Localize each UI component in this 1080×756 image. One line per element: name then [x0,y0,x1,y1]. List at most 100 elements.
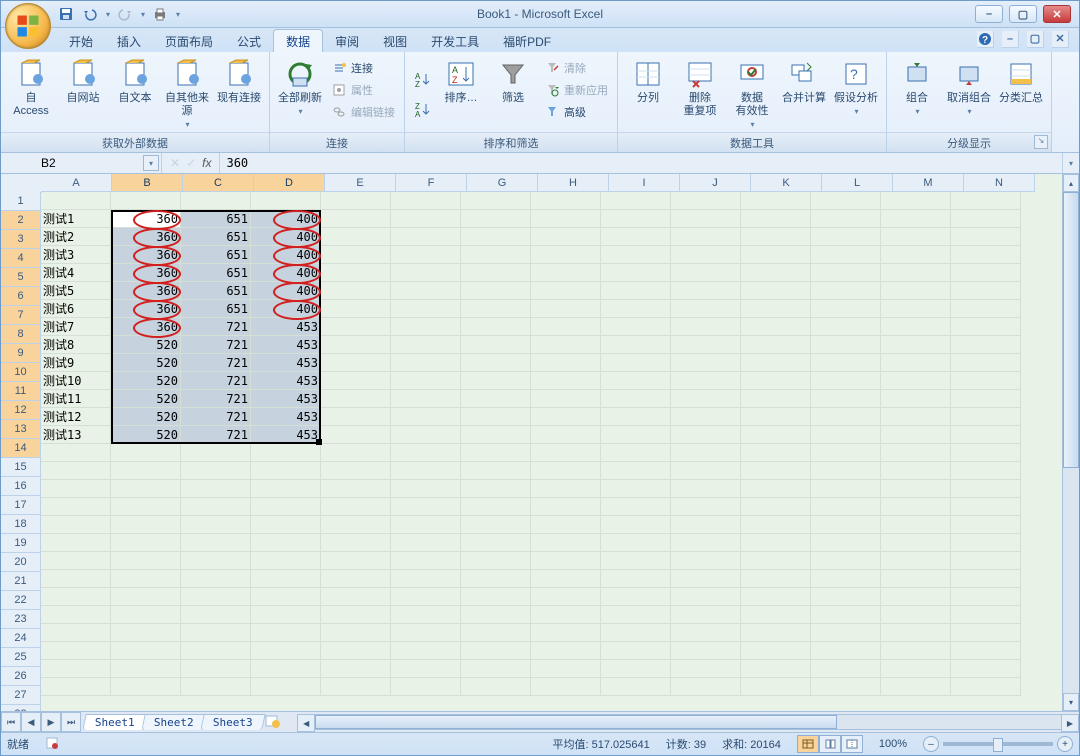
cell-I24[interactable] [601,606,671,624]
cell-C11[interactable]: 721 [181,372,251,390]
fx-button[interactable]: fx [202,156,211,170]
sheet-nav-prev[interactable]: ◀ [21,712,41,732]
row-header-10[interactable]: 10 [1,363,41,382]
cell-A5[interactable]: 测试4 [41,264,111,282]
cell-J23[interactable] [671,588,741,606]
cell-K21[interactable] [741,552,811,570]
cell-M3[interactable] [881,228,951,246]
cell-N4[interactable] [951,246,1021,264]
cell-G20[interactable] [461,534,531,552]
cell-A7[interactable]: 测试6 [41,300,111,318]
cell-C4[interactable]: 651 [181,246,251,264]
cell-D22[interactable] [251,570,321,588]
cell-D9[interactable]: 453 [251,336,321,354]
cell-A10[interactable]: 测试9 [41,354,111,372]
分类汇总-button[interactable]: 分类汇总 [997,56,1045,132]
cell-N11[interactable] [951,372,1021,390]
cell-B3[interactable]: 360 [111,228,181,246]
cell-N16[interactable] [951,462,1021,480]
cell-C25[interactable] [181,624,251,642]
cell-C24[interactable] [181,606,251,624]
cell-L22[interactable] [811,570,881,588]
cell-M17[interactable] [881,480,951,498]
sheet-tab-Sheet2[interactable]: Sheet2 [141,714,206,730]
cell-E23[interactable] [321,588,391,606]
cell-F26[interactable] [391,642,461,660]
cell-D12[interactable]: 453 [251,390,321,408]
save-button[interactable] [57,5,75,23]
cell-D24[interactable] [251,606,321,624]
cell-M20[interactable] [881,534,951,552]
cell-C20[interactable] [181,534,251,552]
cell-K2[interactable] [741,210,811,228]
worksheet-grid[interactable]: ABCDEFGHIJKLMN 1234567891011121314151617… [1,174,1079,711]
cell-E2[interactable] [321,210,391,228]
cell-C15[interactable] [181,444,251,462]
col-header-M[interactable]: M [893,174,964,192]
cell-G23[interactable] [461,588,531,606]
高级-button[interactable]: 高级 [541,102,611,122]
row-header-25[interactable]: 25 [1,648,41,667]
cell-F28[interactable] [391,678,461,696]
cell-I2[interactable] [601,210,671,228]
cell-I21[interactable] [601,552,671,570]
cell-B5[interactable]: 360 [111,264,181,282]
col-header-I[interactable]: I [609,174,680,192]
cell-N25[interactable] [951,624,1021,642]
cell-G21[interactable] [461,552,531,570]
cell-E22[interactable] [321,570,391,588]
row-headers[interactable]: 1234567891011121314151617181920212223242… [1,192,41,711]
cell-H1[interactable] [531,192,601,210]
cell-J17[interactable] [671,480,741,498]
cell-E4[interactable] [321,246,391,264]
cell-H27[interactable] [531,660,601,678]
cell-N2[interactable] [951,210,1021,228]
cell-L16[interactable] [811,462,881,480]
cell-K4[interactable] [741,246,811,264]
cell-H24[interactable] [531,606,601,624]
cell-K1[interactable] [741,192,811,210]
cell-D7[interactable]: 400 [251,300,321,318]
formula-input[interactable]: 360 [220,156,1062,170]
select-all-corner[interactable] [1,174,42,193]
cell-D4[interactable]: 400 [251,246,321,264]
cell-F1[interactable] [391,192,461,210]
自网站-button[interactable]: 自网站 [59,56,107,132]
cell-E6[interactable] [321,282,391,300]
删除重复项-button[interactable]: 删除重复项 [676,56,724,132]
cell-G15[interactable] [461,444,531,462]
cell-E27[interactable] [321,660,391,678]
cell-B4[interactable]: 360 [111,246,181,264]
cell-E17[interactable] [321,480,391,498]
cell-I18[interactable] [601,498,671,516]
cell-H10[interactable] [531,354,601,372]
cell-E14[interactable] [321,426,391,444]
cell-B2[interactable]: 360 [111,210,181,228]
row-header-3[interactable]: 3 [1,230,41,249]
cell-A14[interactable]: 测试13 [41,426,111,444]
row-header-4[interactable]: 4 [1,249,41,268]
cell-E18[interactable] [321,498,391,516]
cell-E26[interactable] [321,642,391,660]
cell-E7[interactable] [321,300,391,318]
cell-M2[interactable] [881,210,951,228]
cell-A13[interactable]: 测试12 [41,408,111,426]
col-header-B[interactable]: B [112,174,183,192]
cell-C18[interactable] [181,498,251,516]
cell-J26[interactable] [671,642,741,660]
cell-H22[interactable] [531,570,601,588]
row-header-2[interactable]: 2 [1,211,41,230]
col-header-D[interactable]: D [254,174,325,192]
cell-N24[interactable] [951,606,1021,624]
cell-N12[interactable] [951,390,1021,408]
cell-F13[interactable] [391,408,461,426]
cell-E20[interactable] [321,534,391,552]
cell-B24[interactable] [111,606,181,624]
cell-E15[interactable] [321,444,391,462]
cell-L8[interactable] [811,318,881,336]
undo-dropdown[interactable]: ▾ [106,10,110,19]
cell-B18[interactable] [111,498,181,516]
sheet-tab-Sheet1[interactable]: Sheet1 [82,714,147,730]
cancel-formula-button[interactable]: ✕ [170,156,180,170]
cell-N20[interactable] [951,534,1021,552]
